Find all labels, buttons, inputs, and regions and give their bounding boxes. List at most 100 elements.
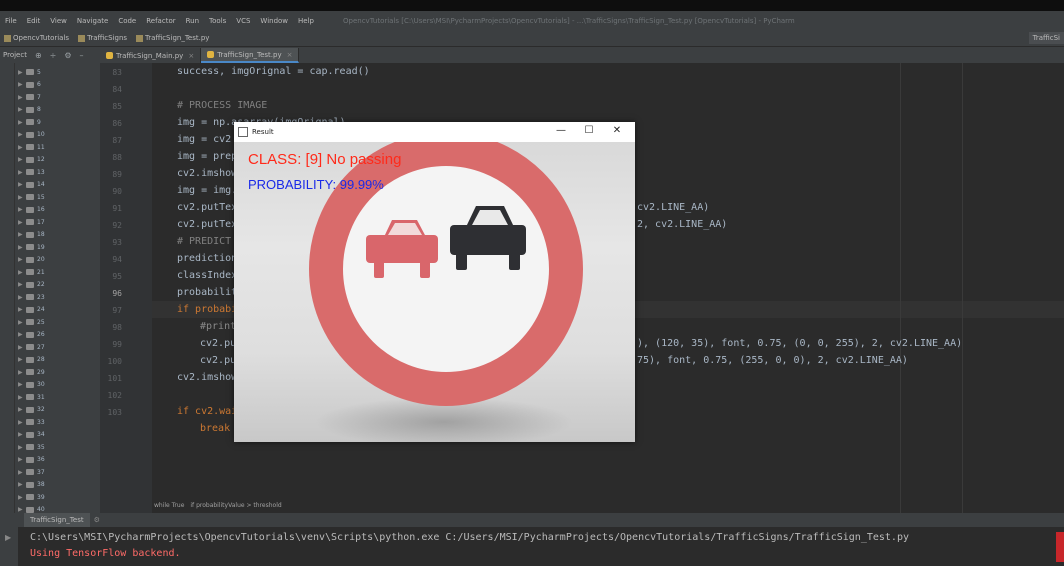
tree-folder-item[interactable]: ▶ 33	[18, 416, 45, 428]
tree-folder-item[interactable]: ▶ 36	[18, 454, 45, 466]
expand-arrow-icon[interactable]: ▶	[18, 94, 26, 101]
tree-folder-item[interactable]: ▶ 9	[18, 116, 41, 128]
tree-folder-item[interactable]: ▶ 30	[18, 379, 45, 391]
expand-arrow-icon[interactable]: ▶	[18, 394, 26, 401]
expand-arrow-icon[interactable]: ▶	[18, 81, 26, 88]
expand-arrow-icon[interactable]: ▶	[18, 469, 26, 476]
expand-arrow-icon[interactable]: ▶	[18, 106, 26, 113]
expand-arrow-icon[interactable]: ▶	[18, 194, 26, 201]
expand-arrow-icon[interactable]: ▶	[18, 306, 26, 313]
tree-folder-item[interactable]: ▶ 20	[18, 254, 45, 266]
breadcrumb-item[interactable]: while True	[154, 502, 184, 509]
expand-arrow-icon[interactable]: ▶	[18, 244, 26, 251]
tree-folder-item[interactable]: ▶ 24	[18, 304, 45, 316]
expand-arrow-icon[interactable]: ▶	[18, 169, 26, 176]
tree-folder-item[interactable]: ▶ 15	[18, 191, 45, 203]
tree-folder-item[interactable]: ▶ 40	[18, 504, 45, 513]
menu-edit[interactable]: Edit	[22, 17, 46, 25]
close-icon[interactable]: ×	[188, 52, 194, 60]
menu-file[interactable]: File	[0, 17, 22, 25]
tree-folder-item[interactable]: ▶ 11	[18, 141, 45, 153]
locate-icon[interactable]: ⊕	[35, 51, 42, 60]
breadcrumb-item[interactable]: if probabilityValue > threshold	[190, 502, 281, 509]
result-window-titlebar[interactable]: Result — ☐ ✕	[234, 122, 635, 143]
tree-folder-item[interactable]: ▶ 12	[18, 154, 45, 166]
menu-run[interactable]: Run	[181, 17, 204, 25]
menu-refactor[interactable]: Refactor	[141, 17, 180, 25]
tree-folder-item[interactable]: ▶ 5	[18, 66, 41, 78]
tree-folder-item[interactable]: ▶ 13	[18, 166, 45, 178]
tree-folder-item[interactable]: ▶ 38	[18, 479, 45, 491]
tree-folder-item[interactable]: ▶ 28	[18, 354, 45, 366]
tree-folder-item[interactable]: ▶ 27	[18, 341, 45, 353]
expand-arrow-icon[interactable]: ▶	[18, 506, 26, 513]
tree-folder-item[interactable]: ▶ 34	[18, 429, 45, 441]
expand-arrow-icon[interactable]: ▶	[18, 356, 26, 363]
tree-folder-item[interactable]: ▶ 8	[18, 104, 41, 116]
run-console[interactable]: ▶ C:\Users\MSI\PycharmProjects\OpencvTut…	[0, 527, 1064, 566]
close-icon[interactable]: ×	[287, 51, 293, 59]
tree-folder-item[interactable]: ▶ 25	[18, 316, 45, 328]
close-button[interactable]: ✕	[603, 124, 631, 138]
expand-arrow-icon[interactable]: ▶	[18, 181, 26, 188]
maximize-button[interactable]: ☐	[575, 124, 603, 138]
expand-arrow-icon[interactable]: ▶	[18, 481, 26, 488]
tree-folder-item[interactable]: ▶ 32	[18, 404, 45, 416]
menu-vcs[interactable]: VCS	[231, 17, 255, 25]
nav-crumb-folder[interactable]: TrafficSigns	[85, 34, 132, 42]
tree-folder-item[interactable]: ▶ 17	[18, 216, 45, 228]
tree-folder-item[interactable]: ▶ 14	[18, 179, 45, 191]
tree-folder-item[interactable]: ▶ 7	[18, 91, 41, 103]
hide-icon[interactable]: –	[80, 51, 84, 60]
expand-arrow-icon[interactable]: ▶	[18, 256, 26, 263]
menu-tools[interactable]: Tools	[204, 17, 231, 25]
tree-folder-item[interactable]: ▶ 16	[18, 204, 45, 216]
tree-folder-item[interactable]: ▶ 29	[18, 366, 45, 378]
expand-arrow-icon[interactable]: ▶	[18, 156, 26, 163]
expand-arrow-icon[interactable]: ▶	[18, 494, 26, 501]
expand-arrow-icon[interactable]: ▶	[18, 231, 26, 238]
expand-arrow-icon[interactable]: ▶	[18, 419, 26, 426]
expand-arrow-icon[interactable]: ▶	[18, 219, 26, 226]
menu-view[interactable]: View	[45, 17, 72, 25]
gear-icon[interactable]: ⚙	[64, 51, 71, 60]
expand-arrow-icon[interactable]: ▶	[18, 206, 26, 213]
tree-folder-item[interactable]: ▶ 35	[18, 441, 45, 453]
nav-crumb-project[interactable]: OpencvTutorials	[11, 34, 74, 42]
expand-arrow-icon[interactable]: ▶	[18, 344, 26, 351]
expand-arrow-icon[interactable]: ▶	[18, 319, 26, 326]
tree-folder-item[interactable]: ▶ 6	[18, 79, 41, 91]
expand-arrow-icon[interactable]: ▶	[18, 119, 26, 126]
expand-arrow-icon[interactable]: ▶	[18, 369, 26, 376]
menu-navigate[interactable]: Navigate	[72, 17, 113, 25]
menu-code[interactable]: Code	[113, 17, 141, 25]
expand-arrow-icon[interactable]: ▶	[18, 131, 26, 138]
tree-folder-item[interactable]: ▶ 21	[18, 266, 45, 278]
tree-folder-item[interactable]: ▶ 26	[18, 329, 45, 341]
tree-folder-item[interactable]: ▶ 37	[18, 466, 45, 478]
tree-folder-item[interactable]: ▶ 18	[18, 229, 45, 241]
expand-arrow-icon[interactable]: ▶	[18, 294, 26, 301]
project-panel-label[interactable]: Project	[3, 51, 27, 59]
tree-folder-item[interactable]: ▶ 10	[18, 129, 45, 141]
rerun-icon[interactable]: ▶	[5, 533, 11, 542]
expand-arrow-icon[interactable]: ▶	[18, 269, 26, 276]
tree-folder-item[interactable]: ▶ 22	[18, 279, 45, 291]
expand-arrow-icon[interactable]: ▶	[18, 444, 26, 451]
expand-arrow-icon[interactable]: ▶	[18, 281, 26, 288]
expand-arrow-icon[interactable]: ▶	[18, 381, 26, 388]
nav-crumb-file[interactable]: TrafficSign_Test.py	[143, 34, 214, 42]
tree-folder-item[interactable]: ▶ 31	[18, 391, 45, 403]
menu-help[interactable]: Help	[293, 17, 319, 25]
expand-arrow-icon[interactable]: ▶	[18, 144, 26, 151]
run-config-selector[interactable]: TrafficSi	[1028, 32, 1064, 44]
tab-trafficsign-test[interactable]: TrafficSign_Test.py ×	[201, 48, 300, 63]
run-tab[interactable]: TrafficSign_Test	[24, 513, 90, 527]
tree-folder-item[interactable]: ▶ 19	[18, 241, 45, 253]
expand-arrow-icon[interactable]: ▶	[18, 406, 26, 413]
tree-folder-item[interactable]: ▶ 39	[18, 491, 45, 503]
menu-window[interactable]: Window	[255, 17, 293, 25]
expand-arrow-icon[interactable]: ▶	[18, 456, 26, 463]
tab-trafficsign-main[interactable]: TrafficSign_Main.py ×	[100, 48, 202, 63]
expand-arrow-icon[interactable]: ▶	[18, 331, 26, 338]
